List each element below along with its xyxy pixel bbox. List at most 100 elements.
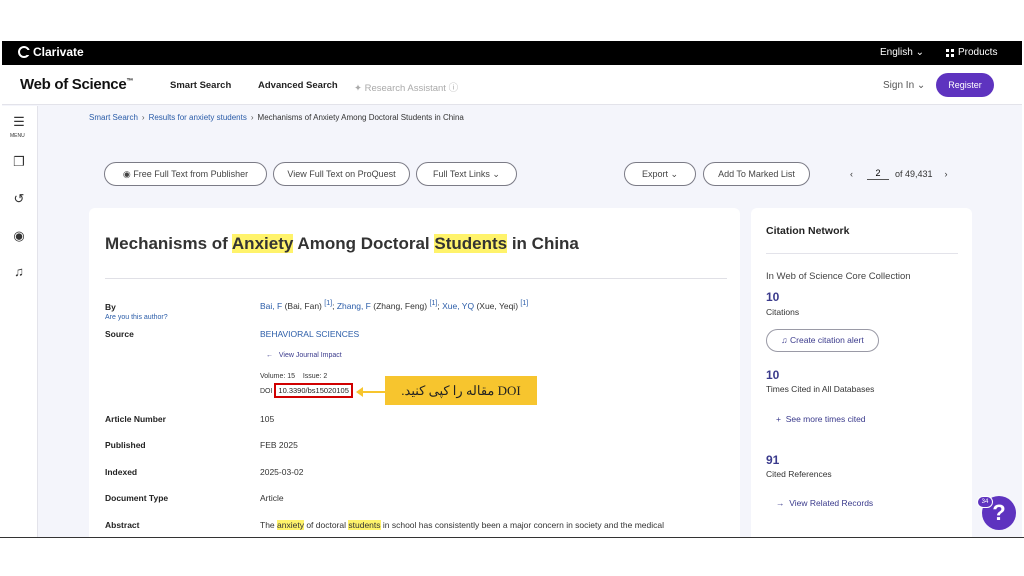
author-fullname: (Bai, Fan): [282, 300, 325, 311]
volume-text: Volume: 15: [260, 373, 296, 380]
language-selector[interactable]: English ⌄: [880, 47, 924, 58]
citation-network-title: Citation Network: [766, 225, 850, 237]
doi-value[interactable]: 10.3390/bs15020105: [274, 383, 353, 398]
menu-label: MENU: [10, 133, 25, 139]
author-link[interactable]: Zhang, F: [337, 301, 371, 311]
products-label: Products: [958, 47, 998, 58]
document-type-value: Article: [260, 493, 284, 503]
citations-label: Citations: [766, 307, 800, 317]
abstract-label: Abstract: [105, 520, 140, 530]
arrow-left-icon: ←: [266, 352, 279, 359]
bell-icon: ♫: [781, 335, 791, 345]
add-to-marked-list-button[interactable]: Add To Marked List: [703, 162, 810, 186]
chevron-down-icon: ⌄: [667, 169, 679, 179]
callout-arrow: [356, 387, 386, 397]
create-citation-alert-button[interactable]: ♫ Create citation alert: [766, 329, 879, 352]
slide-frame: Clarivate English ⌄ Products Web of Scie…: [0, 0, 1024, 576]
help-badge: 34: [977, 496, 993, 508]
abstract-segment: in school has consistently been a major …: [380, 520, 665, 530]
next-record-icon[interactable]: ›: [945, 169, 948, 179]
record-pager: ‹ of 49,431 ›: [850, 167, 948, 180]
export-label: Export: [641, 169, 668, 179]
by-label: By: [105, 302, 116, 312]
web-of-science-logo[interactable]: Web of Science™: [20, 76, 133, 93]
citations-count[interactable]: 10: [766, 290, 779, 304]
menu-icon[interactable]: ☰: [11, 114, 27, 130]
nav-research-assistant[interactable]: ✦ Research Assistant ⓘ: [354, 80, 458, 94]
see-more-times-cited-link[interactable]: + See more times cited: [776, 414, 866, 424]
source-label: Source: [105, 329, 134, 339]
account-icon[interactable]: ◉: [11, 228, 27, 244]
grid-icon: [946, 48, 954, 57]
doi-label: DOI: [260, 388, 273, 395]
article-number-value: 105: [260, 414, 275, 424]
abstract-highlight: anxiety: [277, 520, 304, 530]
record-page-input[interactable]: [867, 167, 889, 180]
sparkle-icon: ✦: [354, 83, 365, 94]
author-ref[interactable]: [1]: [324, 299, 332, 307]
citation-network-divider: [766, 253, 958, 254]
abstract-segment: of doctoral: [303, 520, 349, 530]
published-label: Published: [105, 440, 146, 450]
breadcrumb: Smart Search › Results for anxiety student…: [89, 113, 464, 122]
breadcrumb-sep: ›: [141, 113, 145, 122]
volume-issue: Volume: 15 Issue: 2: [260, 373, 327, 380]
times-cited-count[interactable]: 10: [766, 368, 779, 382]
doi-annotation-callout: DOI مقاله را کپی کنید.: [385, 376, 537, 405]
browser-screenshot: Clarivate English ⌄ Products Web of Scie…: [2, 41, 1022, 538]
brand-text: Web of Science: [20, 76, 127, 93]
history-icon[interactable]: ↺: [11, 191, 27, 207]
breadcrumb-smart-search[interactable]: Smart Search: [89, 113, 138, 122]
products-menu[interactable]: Products: [946, 47, 997, 58]
breadcrumb-sep: ›: [250, 113, 254, 122]
register-button[interactable]: Register: [936, 73, 994, 97]
title-highlight: Students: [434, 234, 508, 253]
nav-smart-search[interactable]: Smart Search: [170, 80, 231, 91]
info-icon: ⓘ: [445, 83, 459, 94]
create-alert-label: Create citation alert: [790, 335, 864, 345]
slide-baseline: [0, 537, 1024, 538]
export-button[interactable]: Export ⌄: [624, 162, 696, 186]
author-link[interactable]: Xue, YQ: [442, 301, 474, 311]
prev-record-icon[interactable]: ‹: [850, 169, 853, 179]
bookmarks-icon[interactable]: ❐: [11, 154, 27, 170]
published-value: FEB 2025: [260, 440, 298, 450]
breadcrumb-results[interactable]: Results for anxiety students: [149, 113, 247, 122]
title-text: Among Doctoral: [293, 234, 435, 253]
abstract-text: The anxiety of doctoral students in scho…: [260, 520, 720, 530]
author-fullname: (Xue, Yeqi): [474, 300, 521, 311]
title-text: Mechanisms of: [105, 234, 232, 253]
cited-references-count[interactable]: 91: [766, 453, 779, 467]
source-journal-link[interactable]: BEHAVIORAL SCIENCES: [260, 329, 359, 339]
brand-trademark: ™: [126, 78, 134, 85]
author-link[interactable]: Bai, F: [260, 301, 282, 311]
see-more-label: See more times cited: [785, 414, 866, 424]
title-highlight: Anxiety: [231, 234, 294, 253]
nav-advanced-search[interactable]: Advanced Search: [258, 80, 338, 91]
title-divider: [105, 278, 727, 279]
bell-icon[interactable]: ♫: [11, 264, 27, 280]
clarivate-logo[interactable]: Clarivate: [18, 45, 84, 59]
are-you-author-link[interactable]: Are you this author?: [105, 314, 168, 321]
proquest-button[interactable]: View Full Text on ProQuest: [273, 162, 410, 186]
free-full-text-label: Free Full Text from Publisher: [133, 169, 249, 179]
journal-impact-label: View Journal Impact: [278, 352, 342, 359]
free-full-text-button[interactable]: ◉ Free Full Text from Publisher: [104, 162, 267, 186]
sign-in-menu[interactable]: Sign In ⌄: [883, 80, 925, 91]
core-collection-label: In Web of Science Core Collection: [766, 271, 911, 282]
issue-text: Issue: 2: [302, 373, 328, 380]
citation-network-panel: Citation Network In Web of Science Core …: [751, 208, 972, 538]
arrow-right-icon: →: [776, 498, 790, 508]
title-text: in China: [507, 234, 579, 253]
view-journal-impact-link[interactable]: ← View Journal Impact: [266, 352, 342, 359]
clarivate-logo-text: Clarivate: [33, 45, 84, 59]
view-related-records-link[interactable]: → View Related Records: [776, 498, 873, 508]
app-header: Web of Science™ Smart Search Advanced Se…: [2, 65, 1022, 105]
author-ref[interactable]: [1]: [520, 299, 528, 307]
chevron-down-icon: ⌄: [489, 169, 500, 179]
article-number-label: Article Number: [105, 414, 166, 424]
left-rail: ☰ MENU ❐ ↺ ◉ ♫: [2, 106, 38, 538]
view-related-label: View Related Records: [789, 498, 874, 508]
full-text-links-button[interactable]: Full Text Links ⌄: [416, 162, 517, 186]
record-card: Mechanisms of Anxiety Among Doctoral Stu…: [89, 208, 740, 538]
